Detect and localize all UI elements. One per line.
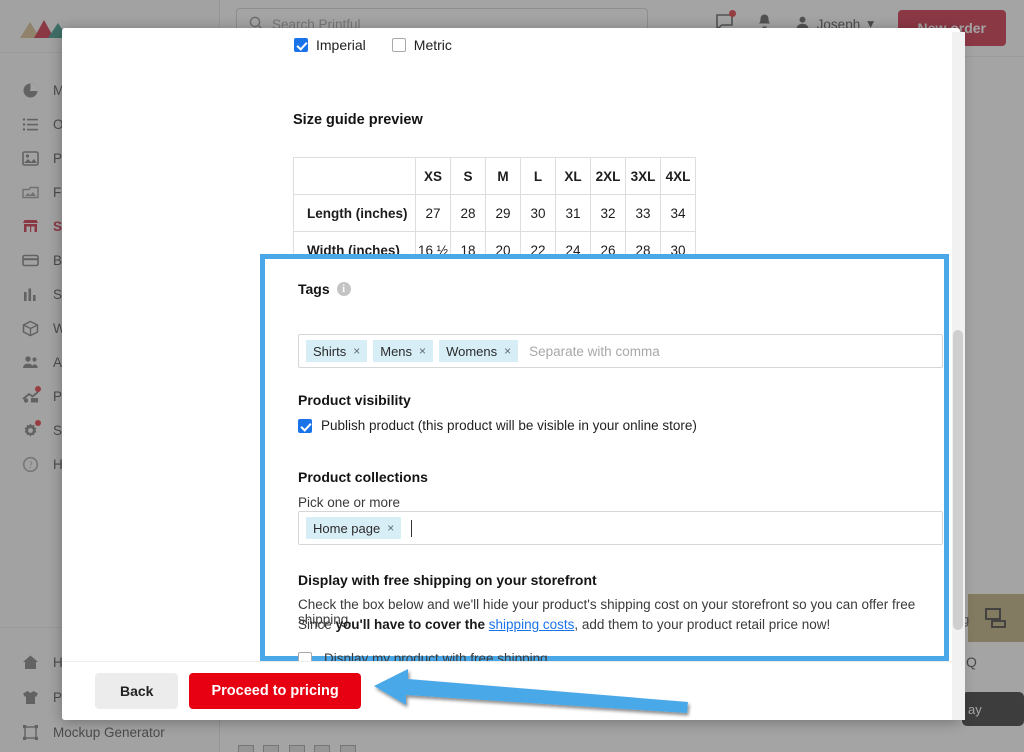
back-button[interactable]: Back <box>95 673 178 709</box>
size-guide-col-header: XS <box>416 158 451 195</box>
size-guide-col-header: S <box>451 158 486 195</box>
metric-checkbox[interactable]: Metric <box>392 37 452 53</box>
metric-label: Metric <box>414 37 452 53</box>
chip-remove-icon[interactable]: × <box>353 344 360 358</box>
imperial-checkbox-box[interactable] <box>294 38 308 52</box>
imperial-label: Imperial <box>316 37 366 53</box>
product-collections-input[interactable]: Home page × <box>298 511 943 545</box>
tags-input[interactable]: Shirts × Mens × Womens × Separate with comma <box>298 334 943 368</box>
collection-chip-list: Home page × <box>306 517 401 539</box>
annotation-arrow-icon <box>372 662 692 724</box>
free-shipping-paragraph-2: Since you'll have to cover the shipping … <box>298 617 830 632</box>
chip-label: Home page <box>313 521 380 536</box>
tags-placeholder: Separate with comma <box>529 344 660 359</box>
fs-p2-pre: Since <box>298 617 336 632</box>
free-shipping-checkbox-label: Display my product with free shipping <box>324 651 548 661</box>
publish-product-checkbox[interactable]: Publish product (this product will be vi… <box>298 418 697 433</box>
free-shipping-checkbox-box[interactable] <box>298 652 312 662</box>
highlighted-section: Tags i Shirts × Mens × Womens × Separate with… <box>260 254 949 661</box>
product-collections-subtitle: Pick one or more <box>298 495 400 510</box>
size-guide-col-header: 4XL <box>661 158 696 195</box>
size-guide-cell: 33 <box>626 195 661 232</box>
product-collections-title: Product collections <box>298 469 428 485</box>
size-guide-title: Size guide preview <box>293 112 423 128</box>
unit-selector: Imperial Metric <box>294 37 452 53</box>
tag-chip[interactable]: Shirts × <box>306 340 367 362</box>
tags-label: Tags <box>298 281 330 297</box>
tag-chip[interactable]: Mens × <box>373 340 433 362</box>
chip-label: Mens <box>380 344 412 359</box>
size-guide-corner-cell <box>294 158 416 195</box>
size-guide-cell: 29 <box>486 195 521 232</box>
size-guide-cell: 31 <box>556 195 591 232</box>
size-guide-row: Length (inches)2728293031323334 <box>294 195 696 232</box>
fs-p2-bold: you'll have to cover the <box>336 617 489 632</box>
chip-label: Womens <box>446 344 497 359</box>
size-guide-cell: 32 <box>591 195 626 232</box>
chip-remove-icon[interactable]: × <box>504 344 511 358</box>
size-guide-col-header: M <box>486 158 521 195</box>
size-guide-table: XSSMLXL2XL3XL4XL Length (inches)27282930… <box>293 157 696 269</box>
chip-label: Shirts <box>313 344 346 359</box>
screen: MOPFSBSWAPS?H HPMockup Generator Dashboa… <box>0 0 1024 752</box>
size-guide-cell: 27 <box>416 195 451 232</box>
chip-remove-icon[interactable]: × <box>419 344 426 358</box>
product-details-modal: Imperial Metric Size guide preview XSSML… <box>62 28 960 720</box>
product-visibility-title: Product visibility <box>298 392 411 408</box>
size-guide-col-header: L <box>521 158 556 195</box>
modal-scroll-body: Imperial Metric Size guide preview XSSML… <box>62 28 960 661</box>
proceed-to-pricing-button[interactable]: Proceed to pricing <box>189 673 360 709</box>
tags-header: Tags i <box>298 281 351 297</box>
size-guide-col-header: XL <box>556 158 591 195</box>
metric-checkbox-box[interactable] <box>392 38 406 52</box>
fs-p2-post: , add them to your product retail price … <box>574 617 830 632</box>
tag-chip-list: Shirts × Mens × Womens × <box>306 340 518 362</box>
publish-product-checkbox-box[interactable] <box>298 419 312 433</box>
publish-product-label: Publish product (this product will be vi… <box>321 418 697 433</box>
size-guide-cell: 28 <box>451 195 486 232</box>
size-guide-cell: 34 <box>661 195 696 232</box>
size-guide-row-label: Length (inches) <box>294 195 416 232</box>
size-guide-cell: 30 <box>521 195 556 232</box>
info-icon[interactable]: i <box>337 282 351 296</box>
free-shipping-checkbox[interactable]: Display my product with free shipping <box>298 651 548 661</box>
free-shipping-title: Display with free shipping on your store… <box>298 572 597 588</box>
size-guide-col-header: 2XL <box>591 158 626 195</box>
shipping-costs-link[interactable]: shipping costs <box>489 617 575 632</box>
tag-chip[interactable]: Womens × <box>439 340 518 362</box>
text-caret <box>411 520 412 537</box>
size-guide-header-row: XSSMLXL2XL3XL4XL <box>294 158 696 195</box>
size-guide-col-header: 3XL <box>626 158 661 195</box>
imperial-checkbox[interactable]: Imperial <box>294 37 366 53</box>
page-scrollbar-thumb[interactable] <box>953 330 963 630</box>
chip-remove-icon[interactable]: × <box>387 521 394 535</box>
collection-chip[interactable]: Home page × <box>306 517 401 539</box>
